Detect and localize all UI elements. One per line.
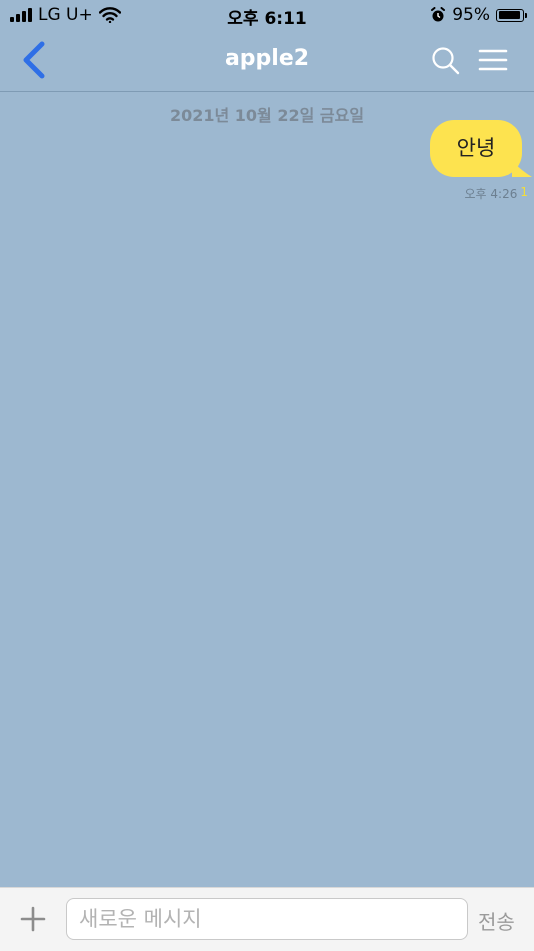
message-meta: 오후 4:26 1 [465,185,528,202]
search-icon [432,47,460,75]
search-button[interactable] [430,45,462,77]
message-time: 오후 4:26 [464,187,518,201]
plus-icon [20,906,46,932]
battery-fill [498,11,521,19]
message-text: 안녕 [456,136,496,160]
alarm-icon [431,7,446,22]
bubble-tail [512,161,532,177]
nav-bar: apple2 [0,30,534,92]
status-bar: LG U+ 오후 6:11 95% [0,0,534,30]
menu-button[interactable] [478,47,508,73]
unread-count-badge: 1 [520,185,528,199]
battery-icon [496,8,527,22]
status-right: 95% [430,5,527,25]
add-attachment-button[interactable] [20,906,46,932]
send-button[interactable]: 전송 [478,906,515,935]
hamburger-menu-icon [478,49,508,71]
message-bubble[interactable]: 안녕 [430,120,532,177]
message-bubble-wrapper[interactable]: 안녕 [430,120,532,177]
message-input[interactable] [66,898,468,940]
input-bar: 전송 [0,887,534,951]
battery-percent: 95% [452,5,490,25]
